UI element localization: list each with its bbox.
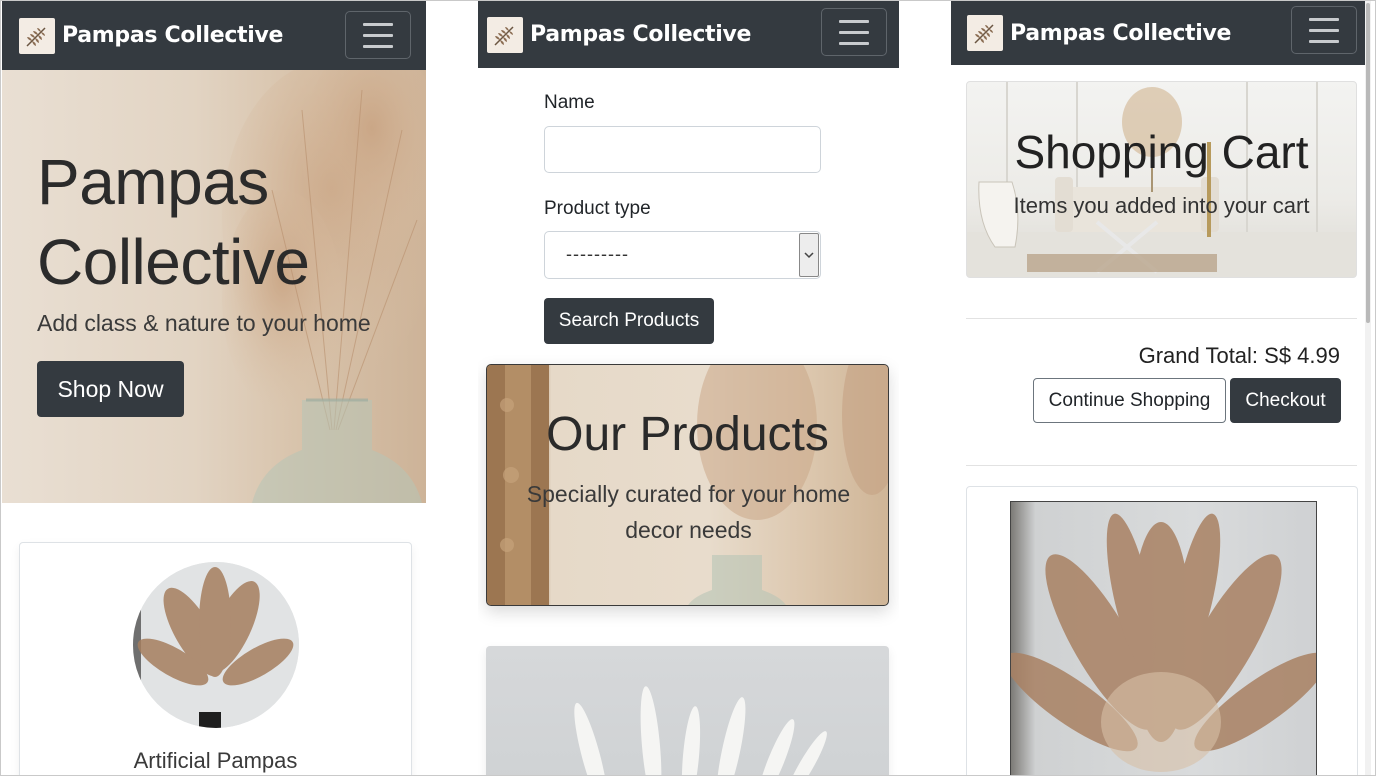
divider: [966, 318, 1357, 319]
name-input[interactable]: [544, 126, 821, 173]
products-banner: Our Products Specially curated for your …: [486, 364, 889, 606]
cart-page-panel: Pampas Collective Shopping Cart Items yo…: [951, 1, 1371, 776]
banner-subtitle: Specially curated for your home decor ne…: [526, 481, 851, 543]
checkout-button[interactable]: Checkout: [1230, 378, 1341, 423]
banner-subtitle: Items you added into your cart: [1013, 193, 1310, 218]
navbar: Pampas Collective: [478, 1, 899, 68]
hamburger-menu-icon[interactable]: [345, 11, 411, 59]
product-type-select[interactable]: ---------: [544, 231, 821, 279]
pampas-leaf-icon[interactable]: [967, 15, 1003, 51]
hero-subtitle: Add class & nature to your home: [37, 310, 371, 336]
banner-image: [967, 82, 1356, 277]
cart-item-image[interactable]: [1010, 501, 1317, 776]
navbar: Pampas Collective: [951, 1, 1371, 65]
pampas-leaf-icon[interactable]: [487, 16, 523, 53]
product-image: [133, 562, 299, 728]
hero-title: Pampas Collective: [37, 146, 310, 298]
chevron-down-icon[interactable]: [799, 233, 819, 277]
hamburger-menu-icon[interactable]: [1291, 6, 1357, 54]
name-label: Name: [544, 92, 595, 113]
banner-title: Shopping Cart: [1014, 126, 1309, 178]
search-products-button[interactable]: Search Products: [544, 298, 714, 344]
banner-title: Our Products: [546, 408, 829, 461]
hamburger-menu-icon[interactable]: [821, 8, 887, 56]
scrollbar-thumb[interactable]: [1366, 3, 1370, 323]
shop-now-button[interactable]: Shop Now: [37, 361, 184, 417]
product-image: [574, 686, 827, 776]
product-card[interactable]: [486, 646, 889, 776]
product-title[interactable]: Artificial Pampas: [20, 748, 411, 774]
cart-item-card: [966, 486, 1358, 776]
products-page-panel: Pampas Collective Name Product type ----…: [478, 1, 899, 776]
home-page-panel: Pampas Collective Pampas Collective Add …: [2, 1, 426, 776]
hero-banner: Pampas Collective Add class & nature to …: [2, 70, 426, 503]
brand-name[interactable]: Pampas Collective: [530, 22, 751, 47]
product-type-selected-value: ---------: [566, 244, 629, 264]
product-card[interactable]: Artificial Pampas: [19, 542, 412, 776]
scrollbar[interactable]: [1365, 1, 1371, 776]
continue-shopping-button[interactable]: Continue Shopping: [1033, 378, 1226, 423]
navbar: Pampas Collective: [2, 1, 426, 70]
brand-name[interactable]: Pampas Collective: [62, 23, 283, 48]
product-type-label: Product type: [544, 198, 651, 219]
brand-name[interactable]: Pampas Collective: [1010, 21, 1231, 46]
divider: [966, 465, 1357, 466]
grand-total: Grand Total: S$ 4.99: [1138, 343, 1340, 368]
cart-banner: Shopping Cart Items you added into your …: [966, 81, 1357, 278]
pampas-leaf-icon[interactable]: [19, 17, 55, 54]
